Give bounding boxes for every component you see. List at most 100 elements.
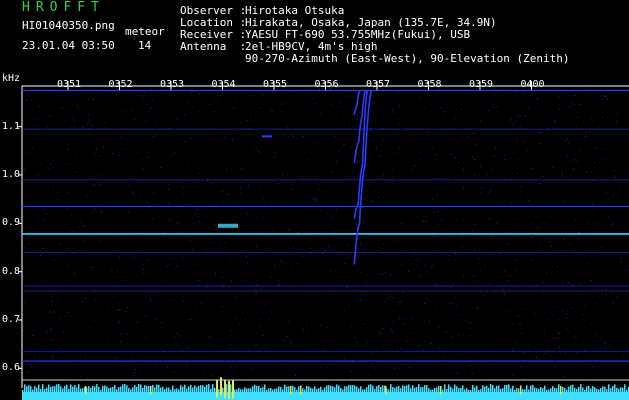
baseline-spike — [236, 389, 238, 392]
baseline-spike — [160, 387, 162, 392]
baseline-spike — [458, 388, 460, 392]
x-tick-label: 0355 — [263, 79, 288, 90]
baseline-spike — [616, 387, 618, 392]
baseline-spike — [256, 385, 258, 392]
baseline-spike — [230, 384, 232, 392]
baseline-spike — [210, 388, 212, 392]
baseline-spike — [438, 385, 440, 392]
baseline-spike — [124, 384, 126, 392]
baseline-spike — [48, 384, 50, 392]
baseline-spike — [404, 385, 406, 392]
baseline-spike — [578, 386, 580, 392]
baseline-spike — [242, 389, 244, 392]
baseline-spike — [202, 385, 204, 392]
baseline-spike — [196, 387, 198, 392]
baseline-spike — [590, 388, 592, 392]
y-axis-label: kHz — [2, 73, 21, 84]
baseline-spike — [576, 388, 578, 392]
baseline-spike — [512, 385, 514, 392]
baseline-spike — [620, 387, 622, 392]
baseline-spike — [604, 386, 606, 392]
baseline-spike — [586, 386, 588, 392]
baseline-spike — [490, 384, 492, 392]
baseline-spike — [406, 385, 408, 392]
baseline-spike — [444, 384, 446, 392]
burst-spike — [150, 386, 152, 394]
baseline-spike — [126, 385, 128, 392]
baseline-spike — [82, 388, 84, 392]
baseline-spike — [264, 384, 266, 392]
baseline-spike — [138, 384, 140, 392]
baseline-spike — [272, 389, 274, 392]
baseline-spike — [110, 387, 112, 392]
baseline-spike — [234, 389, 236, 392]
baseline-spike — [340, 387, 342, 392]
burst-spike — [85, 386, 87, 394]
baseline-spike — [64, 385, 66, 392]
baseline-spike — [24, 384, 26, 392]
x-tick-label: 0352 — [108, 79, 133, 90]
echo-burst — [218, 223, 238, 228]
baseline-spike — [214, 387, 216, 392]
baseline-spike — [514, 389, 516, 392]
baseline-spike — [50, 386, 52, 392]
baseline-spike — [164, 389, 166, 392]
spectrogram-plot — [18, 81, 629, 400]
baseline-spike — [128, 387, 130, 392]
baseline-spike — [74, 385, 76, 392]
baseline-spike — [26, 386, 28, 392]
baseline-spike — [608, 384, 610, 392]
baseline-spike — [270, 388, 272, 392]
baseline-spike — [360, 386, 362, 392]
baseline-spike — [76, 387, 78, 392]
baseline-spike — [322, 389, 324, 392]
baseline-spike — [122, 384, 124, 392]
baseline-spike — [368, 384, 370, 392]
baseline-spike — [312, 388, 314, 392]
baseline-spike — [594, 387, 596, 392]
baseline-spike — [492, 385, 494, 392]
baseline-spike — [154, 387, 156, 392]
baseline-spike — [596, 388, 598, 392]
burst-spike — [220, 377, 222, 396]
baseline-spike — [200, 385, 202, 392]
baseline-spike — [148, 385, 150, 392]
baseline-spike — [186, 388, 188, 392]
baseline-spike — [468, 389, 470, 392]
baseline-spike — [100, 389, 102, 392]
baseline-spike — [206, 384, 208, 392]
baseline-spike — [378, 384, 380, 392]
baseline-spike — [442, 389, 444, 392]
baseline-spike — [266, 389, 268, 392]
baseline-spike — [618, 388, 620, 392]
baseline-spike — [564, 387, 566, 392]
baseline-spike — [42, 384, 44, 392]
burst-spike — [216, 379, 218, 398]
y-tick-label: 1.1 — [2, 120, 21, 132]
meteor-trace — [353, 89, 361, 115]
baseline-spike — [246, 388, 248, 392]
baseline-spike — [370, 384, 372, 392]
baseline-spike — [390, 384, 392, 392]
baseline-spike — [464, 389, 466, 392]
baseline-spike — [240, 389, 242, 392]
baseline-spike — [436, 387, 438, 392]
baseline-spike — [58, 384, 60, 392]
baseline-spike — [522, 389, 524, 392]
baseline-spike — [92, 385, 94, 392]
baseline-spike — [446, 388, 448, 392]
baseline-spike — [610, 388, 612, 392]
y-tick-label: 0.9 — [2, 217, 21, 229]
baseline-spike — [382, 385, 384, 392]
baseline-spike — [528, 389, 530, 392]
baseline-spike — [80, 388, 82, 392]
baseline-spike — [102, 385, 104, 392]
baseline-spike — [176, 388, 178, 392]
baseline-spike — [250, 388, 252, 392]
baseline-spike — [380, 387, 382, 392]
baseline-spike — [466, 388, 468, 392]
baseline-spike — [318, 388, 320, 392]
baseline-spike — [398, 385, 400, 392]
baseline-spike — [426, 385, 428, 392]
y-tick-label: 0.7 — [2, 314, 21, 325]
